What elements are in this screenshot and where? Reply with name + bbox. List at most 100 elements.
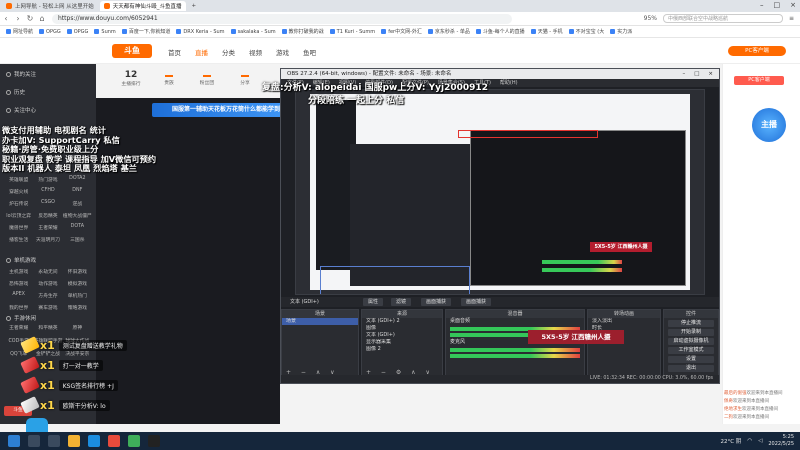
sidebar-category[interactable]: 恐怖游戏 [4,280,33,287]
network-icon[interactable]: ◠ [747,438,752,444]
sidebar-category[interactable]: 穿越火线 [4,188,33,195]
zoom-level[interactable]: 95% [644,15,657,22]
rank-cell[interactable]: 12 主播排行 [116,70,146,96]
bookmark-item[interactable]: DRX Keria - Sum [176,29,225,35]
home-icon[interactable]: ⌂ [36,14,48,23]
sidebar-category[interactable]: 和平精英 [33,324,62,331]
sidebar-category[interactable]: 魔兽世界 [4,224,33,231]
browser-search-input[interactable]: 中俄西部联合空中战略巡航 [662,14,783,23]
sidebar-category[interactable]: 三国杀 [63,236,92,243]
settings-button[interactable]: 设置 [668,356,714,363]
browser-tab-active[interactable]: 天天都有神仙斗殴_斗鱼直播 [99,1,186,11]
file-explorer-icon[interactable] [68,435,80,447]
bookmark-item[interactable]: sakalaka - Sum [230,29,276,35]
scene-item[interactable]: 场景 [282,318,358,325]
transition-select[interactable]: 淡入淡出 [588,318,660,325]
nav-live[interactable]: 直播 [195,47,208,57]
bookmark-item[interactable]: 百度一下,你就知道 [121,28,170,35]
studio-mode-button[interactable]: 工作室模式 [668,347,714,354]
new-tab-button[interactable]: + [188,1,201,11]
nav-category[interactable]: 分类 [222,47,235,57]
sidebar-category[interactable]: CFHD [33,188,62,195]
source-item[interactable]: 图像 2 [362,346,442,353]
windows-start-icon[interactable] [8,435,20,447]
sidebar-item-follow[interactable]: 我的关注 [6,70,36,78]
source-item[interactable]: 图像 [362,325,442,332]
bookmark-item[interactable]: 不对宝宝 (大 [568,28,604,35]
minimize-icon[interactable]: – [682,69,685,79]
maximize-icon[interactable]: □ [774,1,781,9]
virtual-camera-button[interactable]: 启动虚拟摄像机 [668,338,714,345]
exit-button[interactable]: 退出 [668,365,714,372]
chat-user[interactable]: 二狗 [724,415,733,420]
sidebar-category[interactable]: DOTA [63,224,92,231]
refresh-icon[interactable]: ↻ [24,14,36,23]
bookmark-item[interactable]: fer中文网-外汇 [381,28,422,35]
sidebar-category[interactable]: 王者荣耀 [33,224,62,231]
sidebar-category[interactable]: 怀旧游戏 [63,268,92,275]
sidebar-category[interactable]: lol云顶之弈 [4,212,33,219]
nav-video[interactable]: 视频 [249,47,262,57]
minimize-icon[interactable]: – [760,1,764,9]
bookmark-item[interactable]: OPGG [66,29,88,35]
bookmark-item[interactable]: Sunm [94,29,116,35]
pc-client-badge[interactable]: PC客户端 [734,76,784,85]
search-icon[interactable] [28,435,40,447]
sidebar-category[interactable]: 策略游戏 [63,304,92,311]
bookmark-item[interactable]: 教你打破我的战 [281,28,324,35]
sidebar-category[interactable]: DOTA2 [63,176,92,183]
sidebar-category[interactable]: 英雄联盟 [4,176,33,183]
sidebar-category[interactable]: 赛车游戏 [33,304,62,311]
start-recording-button[interactable]: 开始录制 [668,329,714,336]
sidebar-category[interactable]: 播客生活 [4,236,33,243]
browser-tab[interactable]: 上网导航 - 轻松上网 从这里开始 [2,1,98,11]
source-item[interactable]: 文本 (GDI+) [362,332,442,339]
weather-widget[interactable]: 22°C 阴 [720,437,741,445]
chat-user[interactable]: 绝地求生 [724,407,742,412]
bookmark-item[interactable]: 斗鱼-每个人的直播 [475,28,525,35]
browser-icon[interactable] [108,435,120,447]
sidebar-category[interactable]: 单机热门 [63,292,92,299]
menu-icon[interactable]: ≡ [789,15,794,22]
wechat-icon[interactable] [128,435,140,447]
sidebar-category[interactable]: 植物大战僵尸 [63,212,92,219]
sidebar-category[interactable]: 炉石传说 [4,200,33,207]
sidebar-item-center[interactable]: 关注中心 [6,106,36,114]
sidebar-category[interactable]: 我的世界 [4,304,33,311]
close-icon[interactable]: × [790,1,796,9]
capture-button-2[interactable]: 画面捕获 [461,298,492,306]
url-field[interactable]: https://www.douyu.com/6052941 [52,13,512,24]
bookmark-item[interactable]: 天猫 - 手机 [530,28,563,35]
obs-icon[interactable] [148,435,160,447]
task-view-icon[interactable] [48,435,60,447]
right-banner[interactable]: 主播 [752,108,786,142]
pc-client-button[interactable]: PC客户端 [728,46,786,56]
sidebar-section-pc-games[interactable]: 单机游戏 [6,256,36,264]
bookmark-item[interactable]: 京东秒杀 - 单品 [427,28,470,35]
steam-icon[interactable] [88,435,100,447]
sidebar-category[interactable]: 动作游戏 [33,280,62,287]
sidebar-category[interactable]: DNF [63,188,92,195]
capture-button[interactable]: 画面捕获 [421,298,452,306]
volume-icon[interactable]: ◁ [758,438,762,444]
sidebar-category[interactable]: 永劫无间 [33,268,62,275]
properties-button[interactable]: 属性 [363,298,384,306]
chat-user[interactable]: 最后的倔强 [724,391,747,396]
sidebar-category[interactable]: 天涯明月刀 [33,236,62,243]
nav-home[interactable]: 首页 [168,47,181,57]
rank-cell[interactable]: 分享 [230,70,260,96]
clock[interactable]: 5:25 2022/5/25 [768,434,794,448]
douyu-logo[interactable]: 斗鱼 [112,44,152,58]
forward-icon[interactable]: › [12,14,24,23]
filters-button[interactable]: 滤镜 [391,298,412,306]
chat-user[interactable]: 佩奇 [724,399,733,404]
stop-stream-button[interactable]: 停止推流 [668,320,714,327]
close-icon[interactable]: × [708,69,713,79]
sidebar-category[interactable]: 逆战 [63,200,92,207]
back-icon[interactable]: ‹ [0,14,12,23]
sidebar-category[interactable]: 热门游戏 [33,176,62,183]
source-item[interactable]: 显示器采集 [362,339,442,346]
sidebar-category[interactable]: 反恐精英 [33,212,62,219]
bookmark-item[interactable]: 实力派 [610,28,632,35]
bookmark-item[interactable]: OPGG [39,29,61,35]
